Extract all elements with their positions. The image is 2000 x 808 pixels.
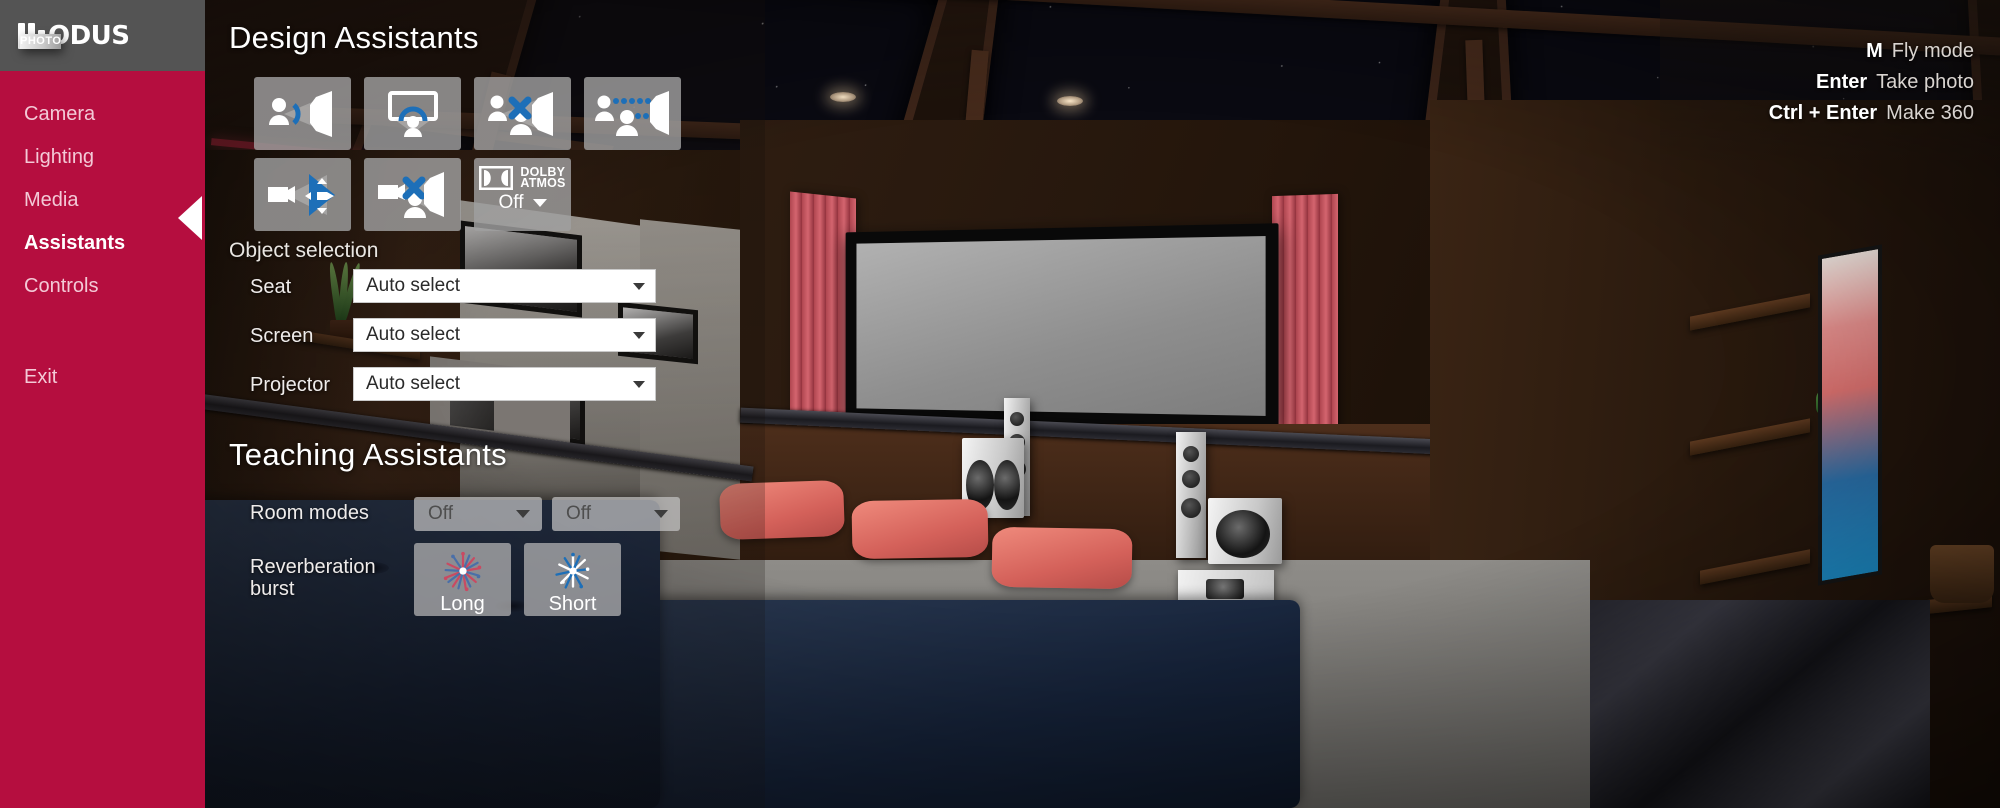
shortcut-action: Take photo	[1876, 71, 1974, 93]
chevron-down-icon[interactable]	[532, 199, 547, 207]
sidebar-item-lighting[interactable]: Lighting	[0, 136, 205, 179]
page-title-teaching-assistants: Teaching Assistants	[229, 437, 507, 472]
page-title-design-assistants: Design Assistants	[229, 20, 479, 55]
burst-short-icon	[554, 552, 590, 589]
shortcut-action: Make 360	[1886, 102, 1974, 124]
chevron-down-icon	[516, 510, 530, 518]
sidebar-item-exit[interactable]: Exit	[0, 356, 205, 399]
projector-select[interactable]: Auto select	[353, 367, 656, 401]
assistant-button-listener-to-speaker-angle[interactable]	[254, 77, 351, 150]
reverberation-burst-short-button[interactable]: Short	[524, 543, 621, 616]
projector-select-value: Auto select	[366, 373, 460, 394]
seat-select-value: Auto select	[366, 275, 460, 296]
assistants-panel: Design Assistants DOLBY ATMOS Off Object…	[205, 0, 765, 808]
assistant-button-speaker-obstruction[interactable]	[474, 77, 571, 150]
screen-select-value: Auto select	[366, 324, 460, 345]
tower-speaker-right	[1176, 432, 1206, 558]
dolby-atmos-selector[interactable]: DOLBY ATMOS Off	[474, 158, 571, 231]
atmos-value: Off	[498, 192, 524, 213]
subwoofer-right	[1208, 498, 1282, 564]
object-selection-heading: Object selection	[229, 239, 379, 262]
app-root: Design Assistants DOLBY ATMOS Off Object…	[0, 0, 2000, 808]
assistant-button-projector-obstruction[interactable]	[364, 158, 461, 231]
logo-suffix: PHOTO	[20, 33, 62, 49]
field-label-reverberation-line2: burst	[250, 578, 295, 600]
app-logo: ODUS PHOTO	[0, 0, 205, 71]
shortcut-action: Fly mode	[1891, 40, 1974, 62]
field-label-screen: Screen	[250, 325, 314, 347]
seat-select[interactable]: Auto select	[353, 269, 656, 303]
assistant-button-projector-throw[interactable]	[254, 158, 351, 231]
chevron-down-icon	[633, 282, 645, 290]
chevron-down-icon	[654, 510, 668, 518]
room-modes-value-a: Off	[428, 503, 453, 524]
sidebar-nav: Camera Lighting Media Assistants Control…	[0, 93, 205, 399]
shortcut-key: M	[1866, 40, 1883, 62]
room-modes-value-b: Off	[566, 503, 591, 524]
wall-art-right	[1818, 244, 1882, 586]
shortcut-key: Ctrl + Enter	[1768, 102, 1878, 124]
sidebar-item-camera[interactable]: Camera	[0, 93, 205, 136]
sidebar: ODUS PHOTO Camera Lighting Media Assista…	[0, 0, 205, 808]
screen-select[interactable]: Auto select	[353, 318, 656, 352]
ceiling-downlight	[830, 92, 856, 102]
shortcut-row: M Fly mode	[1660, 40, 1974, 63]
reverberation-burst-long-button[interactable]: Long	[414, 543, 511, 616]
atmos-brand-text: ATMOS	[520, 176, 566, 190]
assistant-button-speaker-distance[interactable]	[584, 77, 681, 150]
reverberation-long-label: Long	[440, 593, 485, 615]
reverberation-short-label: Short	[548, 593, 597, 615]
assistant-button-screen-viewing-angle[interactable]	[364, 77, 461, 150]
sofa-pillow	[851, 498, 989, 560]
burst-long-icon	[443, 551, 481, 592]
room-modes-select-a[interactable]: Off	[414, 497, 542, 531]
dolby-logo-icon	[479, 166, 514, 190]
sidebar-item-media[interactable]: Media	[0, 179, 205, 222]
field-label-projector: Projector	[250, 374, 331, 396]
projection-screen	[845, 223, 1279, 429]
shortcut-key: Enter	[1816, 71, 1868, 93]
sidebar-item-assistants[interactable]: Assistants	[0, 222, 205, 265]
ceiling-downlight	[1057, 96, 1083, 106]
chevron-down-icon	[633, 331, 645, 339]
sofa-pillow	[991, 526, 1133, 590]
sidebar-active-indicator-arrow	[178, 196, 202, 240]
sidebar-item-controls[interactable]: Controls	[0, 265, 205, 308]
chevron-down-icon	[633, 380, 645, 388]
room-modes-select-b[interactable]: Off	[552, 497, 680, 531]
field-label-reverberation-line1: Reverberation	[250, 556, 376, 578]
decor-vase-right	[1930, 545, 1994, 603]
keyboard-shortcuts-overlay: M Fly mode Enter Take photo Ctrl + Enter…	[1660, 0, 2000, 160]
field-label-room-modes: Room modes	[250, 502, 369, 524]
shortcut-row: Enter Take photo	[1660, 71, 1974, 94]
field-label-seat: Seat	[250, 276, 292, 298]
shortcut-row: Ctrl + Enter Make 360	[1660, 102, 1974, 125]
marble-floor-right	[1530, 600, 1930, 808]
